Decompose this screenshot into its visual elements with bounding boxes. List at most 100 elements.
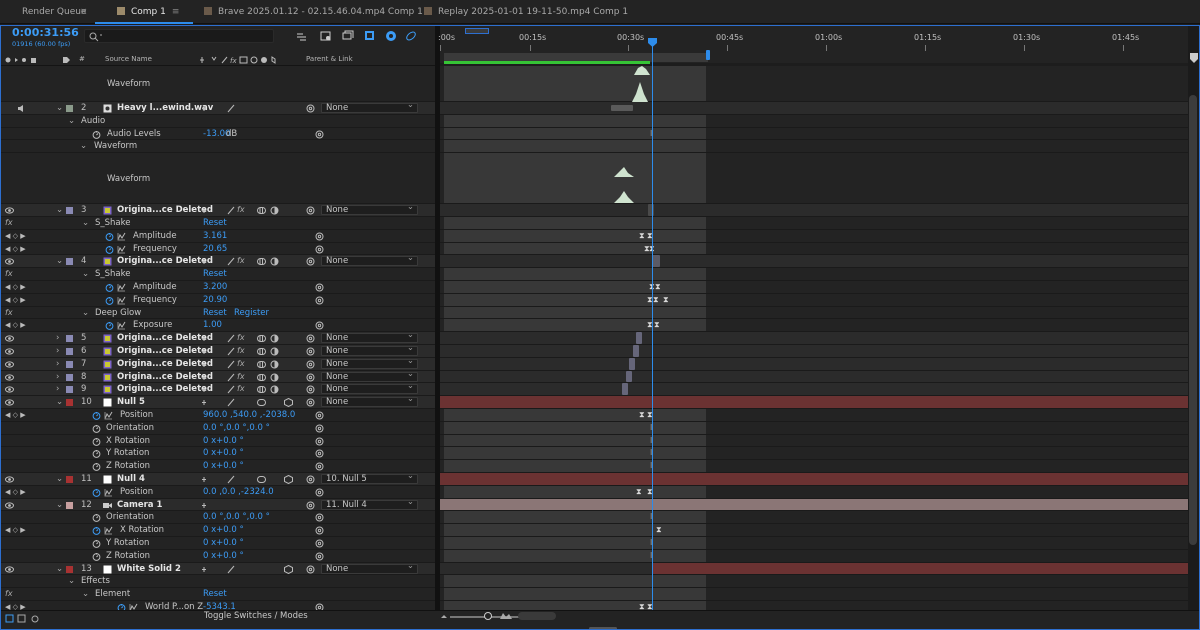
expand-chevron-right-icon[interactable]: › — [56, 345, 59, 357]
stopwatch-icon[interactable] — [92, 449, 101, 459]
quality-switch-icon[interactable] — [227, 257, 236, 266]
collapse-chevron-down-icon[interactable]: ⌄ — [56, 473, 63, 485]
timeline-horizontal-scroll[interactable] — [518, 612, 556, 620]
property-value[interactable]: 0.0 ,0.0 ,-2324.0 — [203, 486, 274, 498]
layer-label-color[interactable] — [66, 476, 73, 483]
3d-layer-cube-icon[interactable] — [284, 475, 293, 484]
layer-name[interactable]: Origina...ce Deleted — [117, 332, 213, 344]
tab-close-icon[interactable]: × — [80, 0, 88, 24]
graph-toggle-icon[interactable] — [117, 296, 126, 305]
expand-chevron-right-icon[interactable]: › — [56, 383, 59, 395]
stopwatch-icon[interactable] — [92, 539, 101, 548]
parent-pick-whip-icon[interactable] — [306, 334, 315, 343]
stopwatch-icon[interactable] — [92, 411, 101, 420]
expression-pick-whip-icon[interactable] — [315, 526, 324, 535]
parent-link-dropdown[interactable]: None — [321, 382, 418, 395]
stopwatch-icon[interactable] — [92, 424, 101, 433]
expression-pick-whip-icon[interactable] — [315, 321, 324, 330]
keyframe-hourglass-icon[interactable]: ⧗ — [663, 294, 669, 306]
visibility-eye-icon[interactable] — [5, 206, 14, 215]
parent-link-dropdown[interactable]: None — [321, 203, 418, 216]
motion-blur-switch-icon[interactable] — [270, 385, 279, 394]
visibility-eye-icon[interactable] — [5, 347, 14, 356]
layer-name[interactable]: Origina...ce Deleted — [117, 371, 213, 383]
motion-blur-switch-icon[interactable] — [270, 334, 279, 343]
layer-label-color[interactable] — [66, 386, 73, 394]
layer-duration-bar[interactable] — [440, 396, 1188, 408]
effects-switch-fx[interactable]: fx — [237, 255, 245, 267]
layer-name[interactable]: Camera 1 — [117, 499, 162, 511]
expression-pick-whip-icon[interactable] — [315, 424, 324, 433]
graph-toggle-icon[interactable] — [129, 603, 138, 610]
property-value[interactable]: 20.90 — [203, 294, 227, 306]
adjustment-switch-icon[interactable] — [257, 373, 266, 382]
expression-pick-whip-icon[interactable] — [315, 437, 324, 446]
collapse-chevron-down-icon[interactable]: ⌄ — [82, 588, 89, 600]
layer-name[interactable]: White Solid 2 — [117, 563, 181, 575]
layer-name[interactable]: Null 5 — [117, 396, 145, 408]
tab-replay-comp[interactable]: Replay 2025-01-01 19-11-50.mp4 Comp 1 — [424, 0, 628, 24]
graph-toggle-icon[interactable] — [117, 321, 126, 330]
composition-mini-flowchart-icon[interactable] — [296, 30, 308, 42]
shy-switch-icon[interactable] — [202, 501, 211, 510]
layer-duration-bar[interactable] — [652, 562, 1188, 575]
keyframe-navigator[interactable]: ◀ ◇ ▶ — [5, 319, 26, 331]
layer-label-color[interactable] — [66, 335, 73, 343]
property-value[interactable]: 0 x+0.0 ° — [203, 524, 244, 536]
3d-layer-cube-icon[interactable] — [284, 398, 293, 408]
expression-pick-whip-icon[interactable] — [315, 513, 324, 522]
collapse-chevron-down-icon[interactable]: ⌄ — [56, 563, 63, 575]
motion-blur-switch-icon[interactable] — [270, 360, 279, 369]
shy-switch-icon[interactable] — [202, 398, 211, 407]
layer-label-color[interactable] — [66, 373, 73, 381]
stopwatch-icon[interactable] — [92, 130, 101, 139]
parent-link-dropdown[interactable]: 10. Null 5 — [321, 472, 418, 484]
expression-pick-whip-icon[interactable] — [315, 449, 324, 458]
work-area-end-handle[interactable] — [706, 50, 710, 60]
keyframe-navigator[interactable]: ◀ ◇ ▶ — [5, 409, 26, 421]
layer-name[interactable]: Origina...ce Deleted — [117, 358, 213, 370]
expression-pick-whip-icon[interactable] — [315, 539, 324, 548]
layer-label-color[interactable] — [66, 399, 73, 407]
visibility-eye-icon[interactable] — [5, 385, 14, 394]
effects-switch-fx[interactable]: fx — [237, 345, 245, 357]
effect-reset-link[interactable]: Reset — [203, 217, 227, 229]
visibility-eye-icon[interactable] — [5, 398, 14, 407]
parent-pick-whip-icon[interactable] — [306, 257, 315, 266]
stopwatch-icon[interactable] — [105, 296, 114, 305]
keyframe-hourglass-icon[interactable]: ⧗ — [656, 524, 662, 536]
toggle-switches-modes-button[interactable]: Toggle Switches / Modes — [204, 611, 308, 621]
keyframe-hourglass-icon[interactable]: ⧗ — [639, 230, 645, 242]
motion-blur-switch-icon[interactable] — [270, 347, 279, 356]
parent-pick-whip-icon[interactable] — [306, 206, 315, 215]
stopwatch-icon[interactable] — [92, 437, 101, 446]
layer-duration-bar[interactable] — [648, 204, 654, 216]
shy-switch-icon[interactable] — [202, 334, 211, 343]
quality-switch-icon[interactable] — [227, 565, 236, 574]
parent-link-dropdown[interactable]: 11. Null 4 — [321, 498, 418, 510]
zoom-slider-knob[interactable] — [484, 612, 492, 620]
graph-toggle-icon[interactable] — [104, 526, 113, 535]
effects-switch-fx[interactable]: fx — [237, 383, 245, 395]
expression-pick-whip-icon[interactable] — [315, 603, 324, 610]
keyframe-navigator[interactable]: ◀ ◇ ▶ — [5, 230, 26, 242]
visibility-eye-icon[interactable] — [5, 257, 14, 266]
column-source-name[interactable]: Source Name — [105, 53, 152, 66]
frame-blending-icon[interactable] — [364, 30, 376, 42]
shy-switch-icon[interactable] — [202, 360, 211, 369]
parent-pick-whip-icon[interactable] — [306, 398, 315, 407]
3d-layer-cube-icon[interactable] — [284, 564, 293, 574]
layer-name[interactable]: Origina...ce Deleted — [117, 204, 213, 216]
layer-duration-bar[interactable] — [652, 255, 660, 268]
effects-switch-fx[interactable]: fx — [237, 358, 245, 370]
adjustment-switch-icon[interactable] — [257, 385, 266, 394]
parent-link-dropdown[interactable]: None — [321, 370, 418, 382]
effects-switch-fx[interactable]: fx — [237, 332, 245, 344]
expression-pick-whip-icon[interactable] — [315, 411, 324, 420]
bottom-panel-icons[interactable] — [5, 614, 45, 624]
expand-chevron-right-icon[interactable]: › — [56, 371, 59, 383]
stopwatch-icon[interactable] — [92, 462, 101, 472]
shy-switch-icon[interactable] — [202, 347, 211, 356]
current-time-indicator-icon[interactable] — [648, 38, 657, 47]
keyframe-hourglass-icon[interactable]: ⧗ — [655, 281, 661, 293]
